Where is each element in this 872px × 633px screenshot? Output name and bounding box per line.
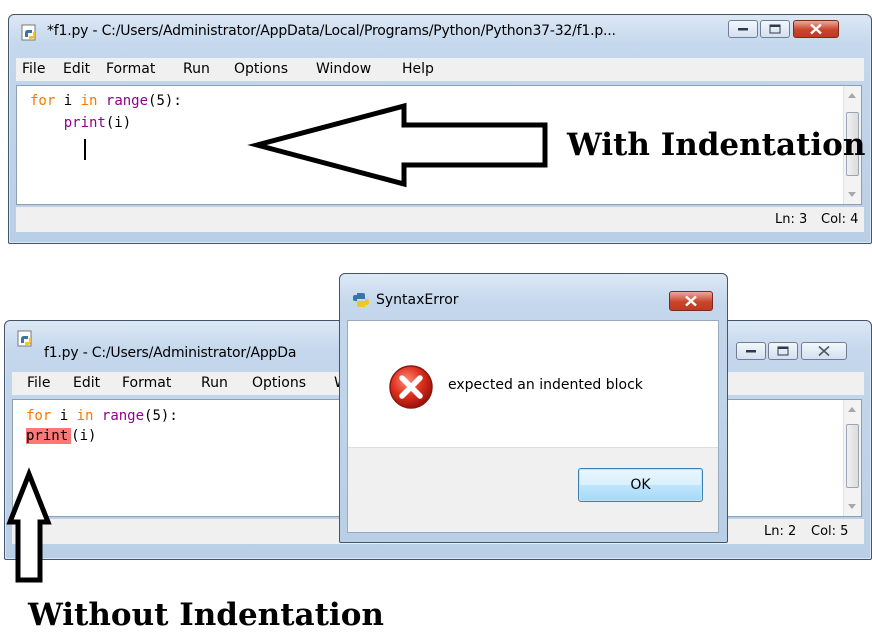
up-arrow-annotation xyxy=(6,467,52,583)
annotation-without-indentation: Without Indentation xyxy=(28,597,384,633)
